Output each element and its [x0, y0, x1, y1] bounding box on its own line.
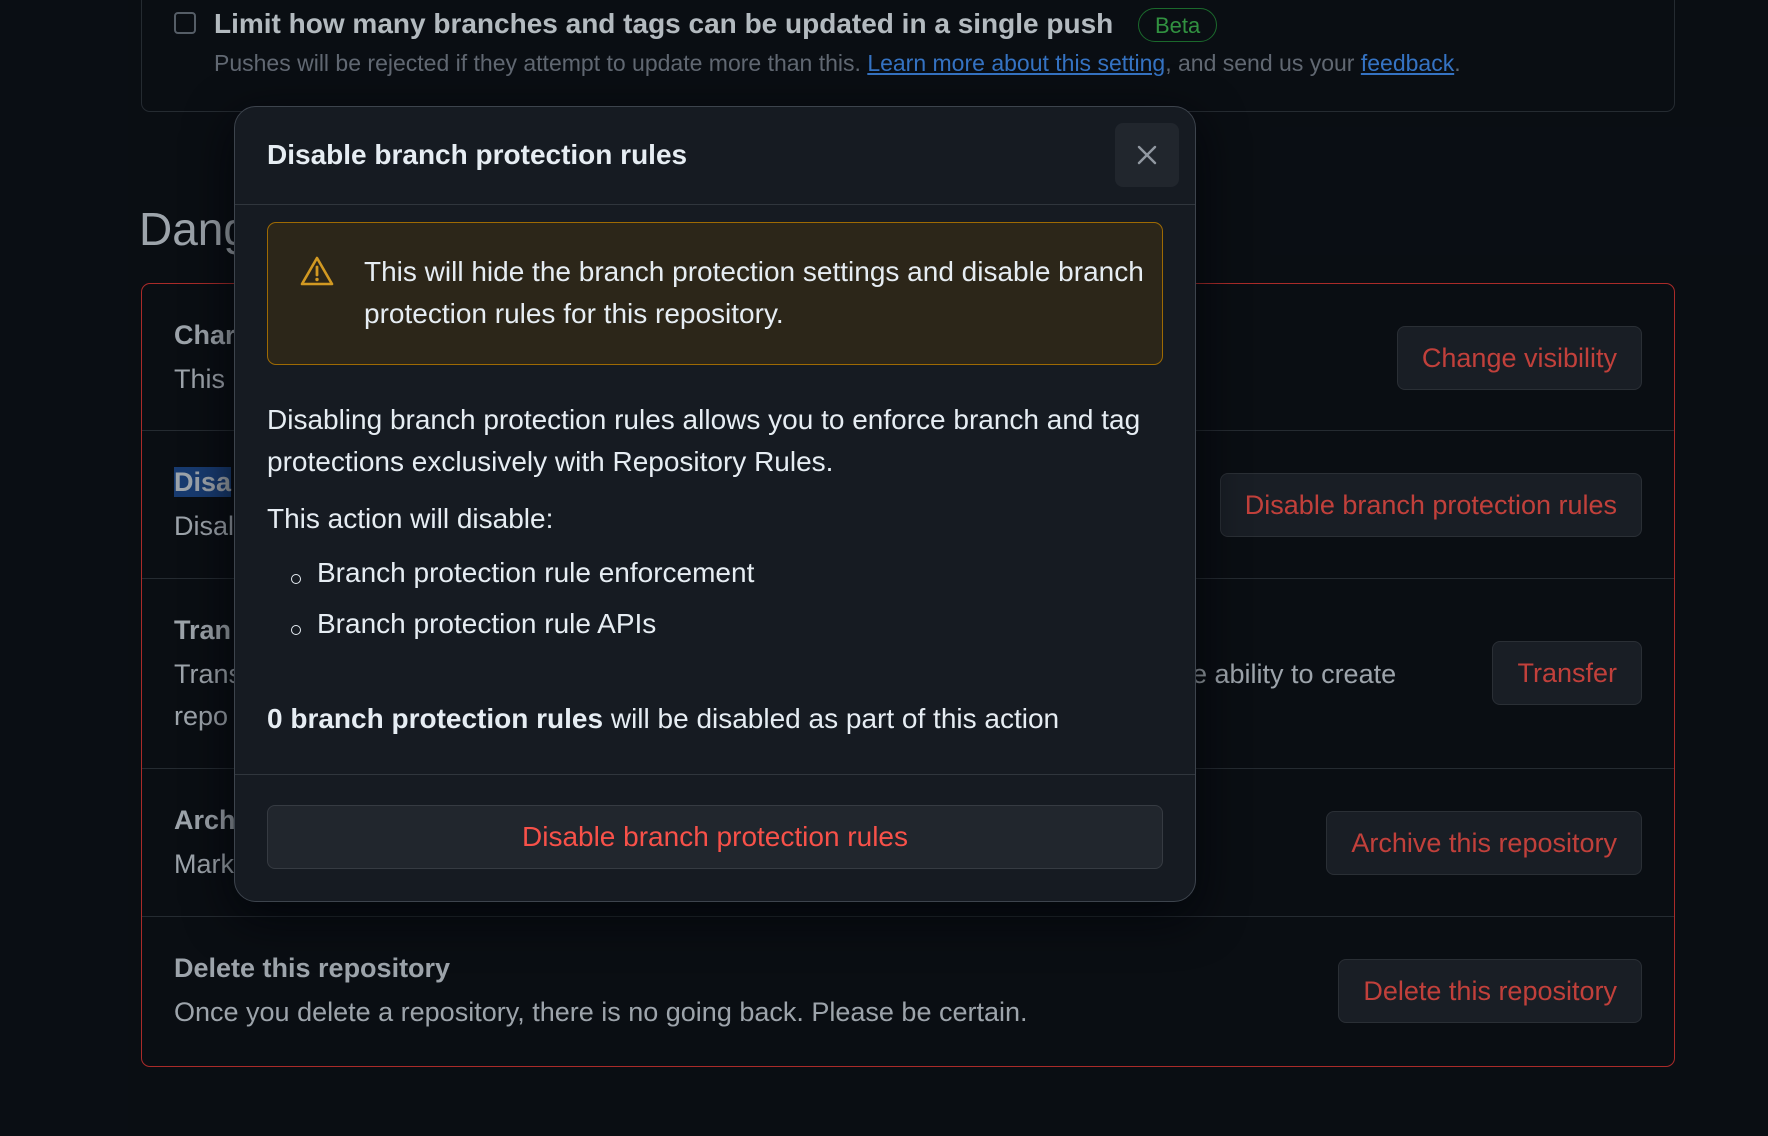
- dialog-title: Disable branch protection rules: [267, 139, 688, 170]
- dialog-close-button[interactable]: [1115, 123, 1179, 187]
- rule-count-text: 0 branch protection rules will be disabl…: [267, 703, 1059, 735]
- alert-triangle-icon: [300, 256, 334, 286]
- disable-branch-protection-dialog: Disable branch protection rules This wil…: [234, 106, 1196, 902]
- dialog-header: Disable branch protection rules: [235, 107, 1195, 205]
- action-intro-text: This action will disable:: [267, 503, 554, 534]
- rule-count-rest: will be disabled as part of this action: [603, 703, 1060, 734]
- rule-count-bold: 0 branch protection rules: [267, 703, 604, 734]
- list-item: Branch protection rule APIs: [317, 608, 657, 639]
- warning-text: This will hide the branch protection set…: [364, 256, 1144, 329]
- dialog-footer: Disable branch protection rules: [235, 774, 1195, 901]
- x-icon: [1137, 145, 1157, 165]
- warning-flash: This will hide the branch protection set…: [267, 222, 1163, 365]
- list-item: Branch protection rule enforcement: [317, 557, 755, 588]
- confirm-disable-button[interactable]: Disable branch protection rules: [267, 805, 1163, 869]
- dialog-body-text: Disabling branch protection rules allows…: [267, 404, 1141, 477]
- list-bullet-icon: [291, 625, 301, 635]
- list-bullet-icon: [291, 574, 301, 584]
